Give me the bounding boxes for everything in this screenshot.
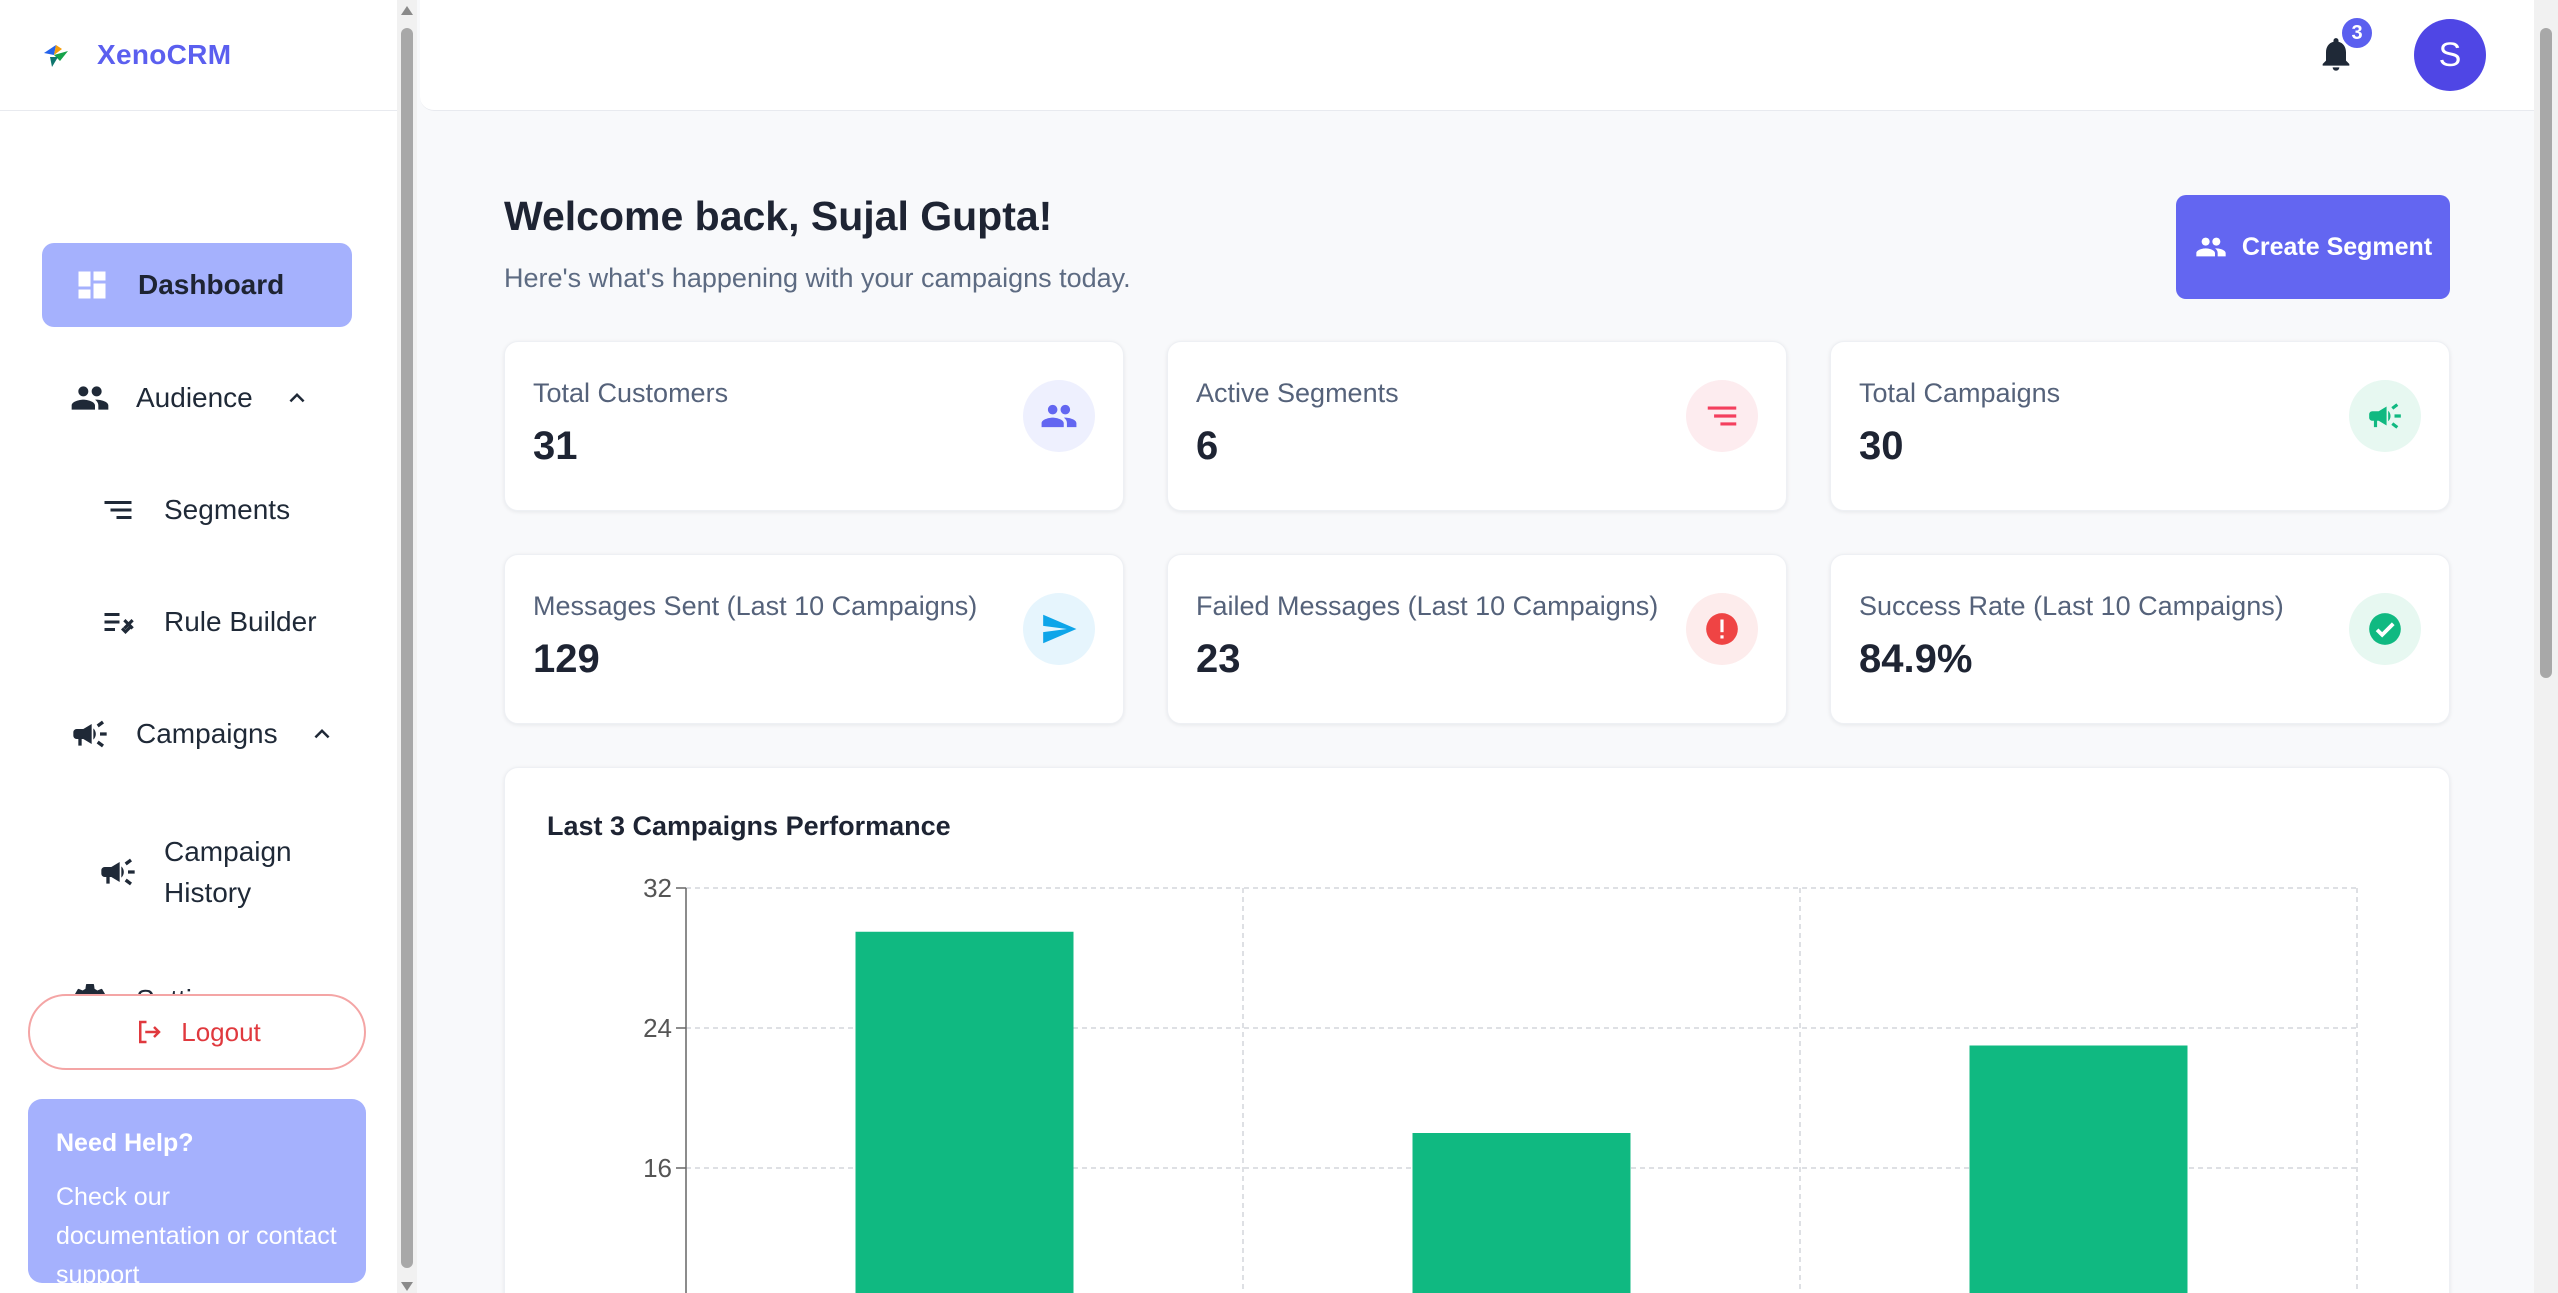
stat-value: 30 — [1859, 424, 1904, 468]
stat-label: Total Campaigns — [1859, 378, 2061, 408]
stat-label: Messages Sent (Last 10 Campaigns) — [533, 591, 978, 621]
create-segment-button[interactable]: Create Segment — [2176, 195, 2450, 299]
scrollbar-thumb[interactable] — [2540, 28, 2552, 678]
stat-card-total-campaigns: Total Campaigns 30 — [1830, 341, 2450, 511]
top-bar: 3 S — [420, 0, 2534, 111]
sidebar: XenoCRM Dashboard Audience Segments Rule… — [0, 0, 397, 1293]
stat-card-active-segments: Active Segments 6 — [1167, 341, 1787, 511]
notification-badge: 3 — [2340, 16, 2374, 50]
bar — [1969, 1045, 2188, 1293]
chevron-up-icon[interactable] — [302, 714, 342, 754]
brand-name: XenoCRM — [97, 39, 232, 70]
welcome-title: Welcome back, Sujal Gupta! — [504, 193, 1053, 239]
rule-builder-icon — [98, 602, 138, 642]
sidebar-item-segments[interactable]: Segments — [98, 488, 290, 532]
stat-value: 6 — [1196, 424, 1219, 468]
brand[interactable]: XenoCRM — [0, 0, 397, 111]
stat-value: 129 — [533, 637, 600, 681]
megaphone-icon — [98, 852, 138, 892]
sidebar-item-label: Segments — [164, 494, 291, 525]
sidebar-item-campaign-history[interactable]: Campaign History — [98, 827, 334, 917]
megaphone-icon — [70, 714, 110, 754]
megaphone-icon — [2349, 380, 2421, 452]
chevron-up-icon[interactable] — [277, 378, 317, 418]
sidebar-item-campaigns[interactable]: Campaigns — [70, 712, 342, 756]
scroll-down-arrow[interactable] — [401, 1282, 413, 1291]
stat-card-total-customers: Total Customers 31 — [504, 341, 1124, 511]
y-tick-label: 24 — [643, 1013, 672, 1043]
bar — [855, 931, 1074, 1293]
stat-card-success-rate: Success Rate (Last 10 Campaigns) 84.9% — [1830, 554, 2450, 724]
stat-label: Total Customers — [533, 378, 729, 408]
check-circle-icon — [2349, 593, 2421, 665]
sidebar-item-label: Campaign History — [164, 836, 292, 908]
people-icon — [70, 378, 110, 418]
help-text[interactable]: Check our documentation or contact suppo… — [56, 1178, 338, 1293]
send-icon — [1023, 593, 1095, 665]
campaign-performance-chart: Last 3 Campaigns Performance 16 24 32 — [504, 767, 2450, 1293]
sidebar-item-audience[interactable]: Audience — [70, 376, 317, 420]
people-icon — [2194, 230, 2228, 264]
help-title: Need Help? — [56, 1129, 194, 1157]
stat-value: 84.9% — [1859, 637, 1973, 681]
help-box: Need Help? Check our documentation or co… — [28, 1099, 366, 1289]
stat-value: 23 — [1196, 637, 1241, 681]
stat-card-messages-sent: Messages Sent (Last 10 Campaigns) 129 — [504, 554, 1124, 724]
y-tick-label: 16 — [643, 1153, 672, 1183]
stat-value: 31 — [533, 424, 578, 468]
logout-button[interactable]: Logout — [28, 994, 366, 1070]
alert-icon — [1686, 593, 1758, 665]
scrollbar-thumb[interactable] — [401, 28, 413, 1268]
stat-label: Failed Messages (Last 10 Campaigns) — [1196, 591, 1659, 621]
bar — [1412, 1133, 1631, 1293]
y-tick-label: 32 — [643, 873, 672, 903]
segments-icon — [1686, 380, 1758, 452]
sidebar-item-dashboard[interactable]: Dashboard — [42, 243, 352, 327]
bar-chart: 16 24 32 — [643, 873, 2358, 1293]
sidebar-item-label: Rule Builder — [164, 606, 317, 637]
stat-label: Success Rate (Last 10 Campaigns) — [1859, 591, 2284, 621]
create-segment-label: Create Segment — [2241, 232, 2433, 261]
logout-label: Logout — [181, 1016, 261, 1047]
dashboard-icon — [72, 265, 112, 305]
sidebar-scrollbar[interactable] — [397, 0, 417, 1293]
logout-icon — [133, 1016, 165, 1048]
sidebar-item-label: Dashboard — [138, 269, 285, 300]
sidebar-item-label: Audience — [136, 382, 253, 413]
brand-logo-icon — [40, 39, 72, 71]
sidebar-item-label: Campaigns — [136, 718, 278, 749]
scroll-up-arrow[interactable] — [401, 6, 413, 15]
avatar[interactable]: S — [2414, 19, 2486, 91]
stat-label: Active Segments — [1196, 378, 1399, 408]
stat-card-failed-messages: Failed Messages (Last 10 Campaigns) 23 — [1167, 554, 1787, 724]
people-icon — [1023, 380, 1095, 452]
welcome-subtitle: Here's what's happening with your campai… — [504, 263, 1131, 293]
segments-icon — [98, 490, 138, 530]
sidebar-item-rule-builder[interactable]: Rule Builder — [98, 600, 317, 644]
page-scrollbar[interactable] — [2534, 0, 2558, 1293]
